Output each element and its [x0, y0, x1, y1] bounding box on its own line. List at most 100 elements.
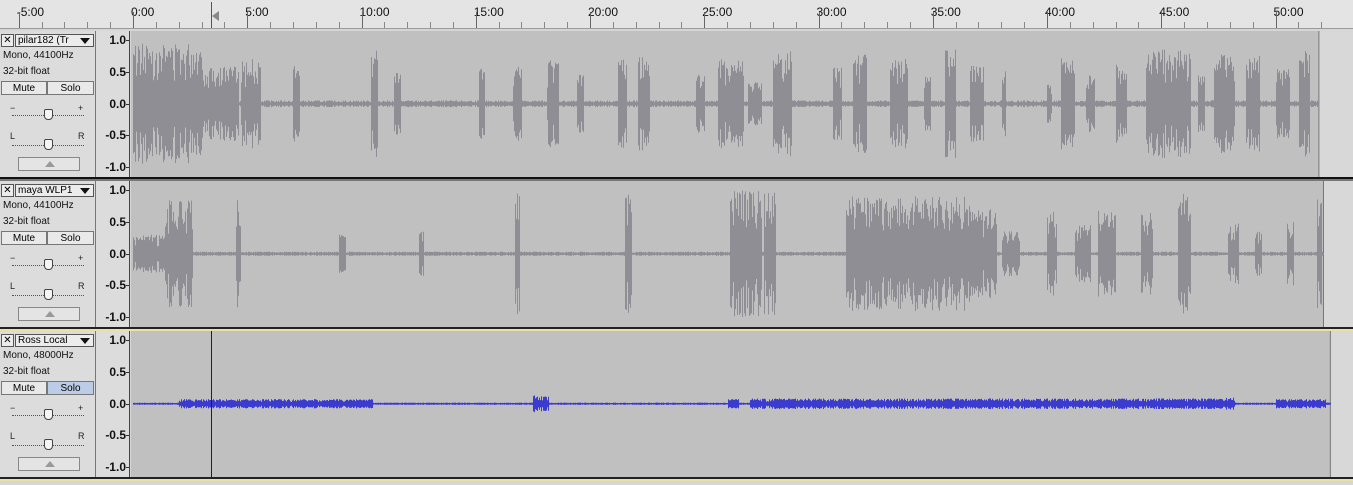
gain-slider[interactable]: [12, 259, 84, 271]
amplitude-ruler: 1.0 0.5 0.0 -0.5 -1.0: [96, 181, 130, 327]
gain-slider-thumb[interactable]: [44, 409, 53, 420]
track-sample-rate: Mono, 44100Hz: [3, 200, 74, 211]
timeline-minor-tick: [315, 22, 317, 28]
amplitude-tick: [126, 221, 129, 223]
amplitude-tick: [126, 403, 129, 405]
gain-slider[interactable]: [12, 409, 84, 421]
track-control-panel: ✕ Ross Local Mono, 48000Hz 32-bit float Mute…: [0, 331, 96, 477]
timeline-minor-tick: [1252, 22, 1254, 28]
track-name-menu-button[interactable]: Ross Local: [15, 334, 94, 347]
track-sample-format: 32-bit float: [3, 216, 50, 227]
timeline-minor-tick: [864, 22, 866, 28]
timeline-major-tick: [361, 12, 363, 28]
amplitude-tick: [126, 135, 129, 137]
timeline-major-tick: [704, 12, 706, 28]
timeline-minor-tick: [772, 22, 774, 28]
timeline-minor-tick: [978, 22, 980, 28]
timeline-minor-tick: [384, 22, 386, 28]
waveform-area[interactable]: [131, 31, 1353, 177]
amplitude-tick: [126, 190, 129, 191]
solo-button[interactable]: Solo: [47, 81, 94, 95]
timeline-major-tick: [1161, 12, 1163, 28]
waveform-svg: [131, 331, 1353, 477]
timeline-label: 15:00: [473, 5, 504, 19]
pan-slider[interactable]: [12, 439, 84, 451]
mute-button[interactable]: Mute: [1, 81, 47, 95]
timeline-minor-tick: [1206, 22, 1208, 28]
collapse-track-button[interactable]: [18, 307, 80, 321]
waveform-svg: [131, 181, 1353, 327]
timeline-minor-tick: [1298, 22, 1300, 28]
empty-track-area: [1330, 331, 1353, 477]
timeline-ruler[interactable]: -5:00 0:00 5:00 10:00 15:00 20:00 25:00 30:00 35…: [0, 0, 1353, 29]
timeline-minor-tick: [567, 22, 569, 28]
timeline-minor-tick: [544, 22, 546, 28]
timeline-label: -5:00: [16, 5, 45, 19]
empty-track-area: [1323, 181, 1353, 327]
gain-slider-thumb[interactable]: [44, 259, 53, 270]
timeline-minor-tick: [1092, 22, 1094, 28]
timeline-major-tick: [18, 12, 20, 28]
amplitude-tick: [126, 285, 129, 287]
timeline-minor-tick: [795, 22, 797, 28]
waveform-area[interactable]: [131, 331, 1353, 477]
amplitude-tick: [126, 371, 129, 373]
chevron-down-icon: [80, 188, 90, 194]
pan-slider[interactable]: [12, 139, 84, 151]
solo-button[interactable]: Solo: [47, 381, 94, 395]
timeline-label: 5:00: [245, 5, 269, 19]
mute-button[interactable]: Mute: [1, 381, 47, 395]
close-track-button[interactable]: ✕: [1, 334, 14, 347]
timeline-minor-tick: [1115, 22, 1117, 28]
track-name: Ross Local: [18, 335, 68, 346]
timeline-minor-tick: [407, 22, 409, 28]
track-separator: [0, 477, 1353, 481]
timeline-major-tick: [590, 12, 591, 28]
timeline-minor-tick: [110, 22, 112, 28]
pan-slider-thumb[interactable]: [44, 139, 53, 150]
pan-slider-thumb[interactable]: [44, 439, 53, 450]
track-sample-format: 32-bit float: [3, 66, 50, 77]
amplitude-ruler: 1.0 0.5 0.0 -0.5 -1.0: [96, 31, 130, 177]
timeline-minor-tick: [1321, 22, 1323, 28]
amplitude-tick: [126, 103, 129, 105]
timeline-major-tick: [932, 12, 934, 28]
timeline-minor-tick: [635, 22, 637, 28]
track-name: maya WLP1: [18, 185, 73, 196]
triangle-up-icon: [45, 161, 55, 167]
solo-button[interactable]: Solo: [47, 231, 94, 245]
track-name-menu-button[interactable]: pilar182 (Tr: [15, 34, 94, 47]
amplitude-tick: [126, 317, 129, 318]
timeline-minor-tick: [270, 22, 272, 28]
track-control-panel: ✕ maya WLP1 Mono, 44100Hz 32-bit float Mute S…: [0, 181, 96, 327]
track-name-menu-button[interactable]: maya WLP1: [15, 184, 94, 197]
amplitude-label: -1.0: [105, 310, 126, 324]
amplitude-label: 1.0: [109, 33, 126, 47]
gain-slider[interactable]: [12, 109, 84, 121]
amplitude-label: -0.5: [105, 278, 126, 293]
collapse-track-button[interactable]: [18, 157, 80, 171]
amplitude-tick: [126, 40, 129, 41]
track-name: pilar182 (Tr: [18, 35, 69, 46]
timeline-minor-tick: [338, 22, 340, 28]
mute-button[interactable]: Mute: [1, 231, 47, 245]
waveform-area[interactable]: [131, 181, 1353, 327]
amplitude-label: -1.0: [105, 160, 126, 174]
timeline-minor-tick: [87, 22, 89, 28]
collapse-track-button[interactable]: [18, 457, 80, 471]
pan-slider[interactable]: [12, 289, 84, 301]
timeline-label: 40:00: [1045, 5, 1076, 19]
timeline-minor-tick: [155, 22, 157, 28]
amplitude-ruler: 1.0 0.5 0.0 -0.5 -1.0: [96, 331, 130, 477]
close-track-button[interactable]: ✕: [1, 184, 14, 197]
track-control-panel: ✕ pilar182 (Tr Mono, 44100Hz 32-bit float Mu…: [0, 31, 96, 177]
timeline-label: 35:00: [930, 5, 961, 19]
timeline-minor-tick: [841, 22, 843, 28]
gain-slider-thumb[interactable]: [44, 109, 53, 120]
play-position-arrow-icon: [211, 11, 219, 21]
pan-slider-thumb[interactable]: [44, 289, 53, 300]
close-track-button[interactable]: ✕: [1, 34, 14, 47]
track-sample-rate: Mono, 44100Hz: [3, 50, 74, 61]
timeline-label: 45:00: [1159, 5, 1190, 19]
amplitude-label: 0.0: [109, 96, 126, 111]
